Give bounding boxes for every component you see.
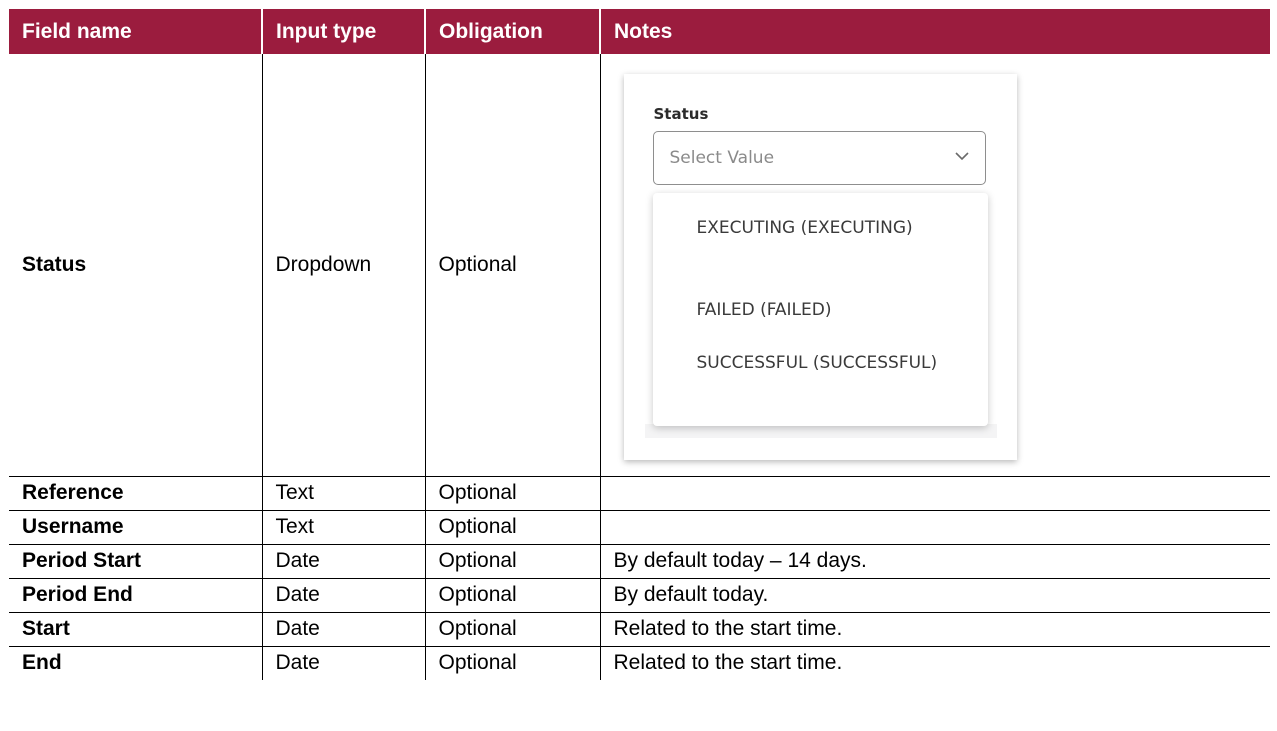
table-row: Period Start Date Optional By default to… bbox=[9, 543, 1270, 579]
cell-input-type: Date bbox=[261, 645, 426, 680]
cell-obligation: Optional bbox=[424, 611, 601, 647]
table-row: Status Dropdown Optional Status Select V… bbox=[9, 54, 1270, 477]
status-select[interactable]: Select Value bbox=[652, 131, 986, 185]
cell-notes: By default today – 14 days. bbox=[599, 543, 1270, 579]
cell-input-type: Dropdown bbox=[261, 54, 426, 477]
table-row: Reference Text Optional bbox=[9, 475, 1270, 511]
cell-field-name: Status bbox=[9, 54, 263, 477]
cell-input-type: Date bbox=[261, 543, 426, 579]
cell-obligation: Optional bbox=[424, 543, 601, 579]
dropdown-menu: EXECUTING (EXECUTING) FAILED (FAILED) SU… bbox=[652, 193, 988, 426]
cell-input-type: Date bbox=[261, 611, 426, 647]
header-notes: Notes bbox=[599, 9, 1270, 54]
cell-obligation: Optional bbox=[424, 645, 601, 680]
cell-field-name: Period Start bbox=[9, 543, 263, 579]
cell-field-name: End bbox=[9, 645, 263, 680]
table-row: End Date Optional Related to the start t… bbox=[9, 645, 1270, 680]
cell-notes-screenshot: Status Select Value EXECUTING (EXECUTING… bbox=[599, 54, 1270, 477]
status-field-label: Status bbox=[653, 105, 709, 123]
cell-notes: Related to the start time. bbox=[599, 645, 1270, 680]
cell-input-type: Date bbox=[261, 577, 426, 613]
cell-obligation: Optional bbox=[424, 577, 601, 613]
header-input-type: Input type bbox=[261, 9, 425, 54]
select-placeholder: Select Value bbox=[669, 148, 775, 168]
cell-notes bbox=[599, 475, 1270, 511]
cell-notes bbox=[599, 509, 1270, 545]
dropdown-backdrop bbox=[644, 424, 997, 438]
cell-obligation: Optional bbox=[424, 54, 601, 477]
cell-field-name: Username bbox=[9, 509, 263, 545]
header-field-name: Field name bbox=[9, 9, 262, 54]
cell-obligation: Optional bbox=[424, 509, 601, 545]
option-successful[interactable]: SUCCESSFUL (SUCCESSFUL) bbox=[697, 350, 957, 376]
cell-field-name: Start bbox=[9, 611, 263, 647]
status-dropdown-screenshot: Status Select Value EXECUTING (EXECUTING… bbox=[623, 74, 1017, 460]
cell-field-name: Period End bbox=[9, 577, 263, 613]
cell-obligation: Optional bbox=[424, 475, 601, 511]
table-row: Period End Date Optional By default toda… bbox=[9, 577, 1270, 613]
option-executing[interactable]: EXECUTING (EXECUTING) bbox=[697, 215, 957, 241]
option-failed[interactable]: FAILED (FAILED) bbox=[697, 297, 957, 323]
cell-field-name: Reference bbox=[9, 475, 263, 511]
field-spec-table: Field name Input type Obligation Notes S… bbox=[9, 9, 1270, 680]
table-row: Username Text Optional bbox=[9, 509, 1270, 545]
cell-input-type: Text bbox=[261, 475, 426, 511]
table-header-row: Field name Input type Obligation Notes bbox=[9, 9, 1270, 54]
chevron-down-icon bbox=[954, 152, 969, 161]
cell-input-type: Text bbox=[261, 509, 426, 545]
header-obligation: Obligation bbox=[424, 9, 600, 54]
cell-notes: By default today. bbox=[599, 577, 1270, 613]
cell-notes: Related to the start time. bbox=[599, 611, 1270, 647]
table-row: Start Date Optional Related to the start… bbox=[9, 611, 1270, 647]
